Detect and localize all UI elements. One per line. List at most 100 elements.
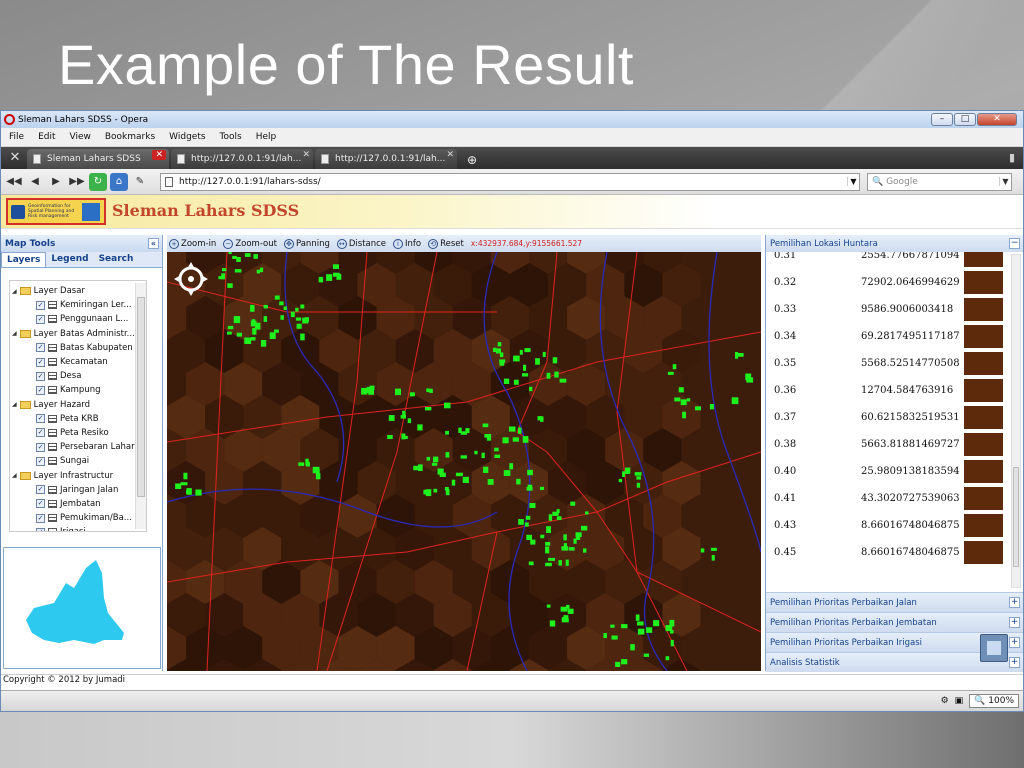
reset-button[interactable]: ⟲ Reset	[428, 238, 464, 249]
distance-button[interactable]: ↔ Distance	[336, 238, 386, 249]
layer-item[interactable]: ✓ Peta KRB	[10, 412, 146, 426]
back-button[interactable]: ◀	[26, 173, 44, 191]
forward-button[interactable]: ▶	[47, 173, 65, 191]
speed-dial-icon[interactable]: ⚙	[941, 696, 949, 706]
new-tab-button[interactable]: ⊕	[461, 151, 483, 169]
menu-bookmarks[interactable]: Bookmarks	[105, 132, 155, 142]
menu-file[interactable]: File	[9, 132, 24, 142]
layer-group[interactable]: ◢ Layer Batas Administr...	[10, 327, 146, 341]
tab-search[interactable]: Search	[94, 252, 139, 267]
menu-view[interactable]: View	[70, 132, 91, 142]
tab-sleman[interactable]: Sleman Lahars SDSS ✕	[27, 149, 169, 169]
layer-group[interactable]: ◢ Layer Infrastructur	[10, 468, 146, 482]
tab-local-2[interactable]: http://127.0.0.1:91/lah... ✕	[315, 149, 457, 169]
layer-item[interactable]: ✓ Sungai	[10, 454, 146, 468]
expand-icon[interactable]: +	[1009, 637, 1020, 648]
expand-arrow-icon[interactable]: ◢	[12, 288, 17, 295]
tab-close-icon[interactable]: ✕	[302, 150, 310, 160]
huntara-scrollbar[interactable]	[1011, 254, 1021, 588]
info-label: Info	[405, 238, 422, 249]
search-input[interactable]: 🔍 Google ▼	[867, 172, 1012, 191]
settlement-building	[558, 560, 562, 566]
layer-checkbox[interactable]: ✓	[36, 414, 45, 424]
menu-help[interactable]: Help	[256, 132, 277, 142]
layer-item[interactable]: ✓ Penggunaan L...	[10, 312, 146, 326]
layer-checkbox[interactable]: ✓	[36, 513, 45, 523]
tab-legend[interactable]: Legend	[46, 252, 93, 267]
layer-checkbox[interactable]: ✓	[36, 357, 45, 367]
layer-checkbox[interactable]: ✓	[36, 343, 45, 353]
map-view[interactable]	[167, 252, 761, 671]
overview-map[interactable]	[3, 547, 161, 669]
close-window-button[interactable]: ✕	[977, 113, 1017, 126]
camera-icon[interactable]: ▣	[955, 696, 964, 706]
layer-item[interactable]: ✓ Kecamatan	[10, 355, 146, 369]
minimize-button[interactable]: –	[931, 113, 953, 126]
expand-icon[interactable]: +	[1009, 617, 1020, 628]
layer-checkbox[interactable]: ✓	[36, 527, 45, 531]
panel-toggle-icon[interactable]: ✕	[3, 147, 27, 169]
layer-checkbox[interactable]: ✓	[36, 442, 45, 452]
menu-tools[interactable]: Tools	[220, 132, 242, 142]
download-button[interactable]	[980, 634, 1008, 662]
maximize-button[interactable]: □	[954, 113, 976, 126]
layer-label: Irigasi	[60, 527, 86, 531]
layer-item[interactable]: ✓ Pemukiman/Ba...	[10, 511, 146, 525]
layer-checkbox[interactable]: ✓	[36, 499, 45, 509]
expand-arrow-icon[interactable]: ◢	[12, 330, 17, 337]
layer-tree-scrollbar[interactable]	[135, 283, 146, 529]
huntara-header[interactable]: Pemilihan Lokasi Huntara −	[766, 235, 1023, 252]
layer-checkbox[interactable]: ✓	[36, 385, 45, 395]
expand-arrow-icon[interactable]: ◢	[12, 472, 17, 479]
layer-checkbox[interactable]: ✓	[36, 485, 45, 495]
layer-item[interactable]: ✓ Irigasi	[10, 525, 146, 531]
menu-widgets[interactable]: Widgets	[169, 132, 205, 142]
home-button[interactable]: ⌂	[110, 172, 128, 191]
layer-item[interactable]: ✓ Jaringan Jalan	[10, 483, 146, 497]
info-button[interactable]: i Info	[393, 238, 422, 249]
panning-button[interactable]: ✥ Panning	[283, 238, 330, 249]
reload-button[interactable]: ↻	[89, 172, 107, 191]
edit-icon[interactable]: ✎	[131, 173, 149, 191]
url-field[interactable]: http://127.0.0.1:91/lahars-sdss/ ▼	[160, 172, 860, 191]
layer-checkbox[interactable]: ✓	[36, 371, 45, 381]
settlement-building	[222, 268, 227, 272]
chevron-down-icon[interactable]: ▼	[847, 177, 859, 186]
chevron-down-icon[interactable]: ▼	[999, 177, 1011, 186]
collapse-icon[interactable]: «	[148, 238, 159, 249]
layer-item[interactable]: ✓ Kampung	[10, 383, 146, 397]
expand-icon[interactable]: +	[1009, 657, 1020, 668]
map-canvas[interactable]	[167, 252, 761, 671]
layer-group[interactable]: ◢ Layer Dasar	[10, 284, 146, 298]
layer-icon	[48, 528, 57, 531]
layer-item[interactable]: ✓ Persebaran Lahar	[10, 440, 146, 454]
collapse-icon[interactable]: −	[1009, 238, 1020, 249]
menu-edit[interactable]: Edit	[38, 132, 55, 142]
settlement-building	[522, 373, 529, 377]
accordion-jalan[interactable]: Pemilihan Prioritas Perbaikan Jalan +	[766, 592, 1023, 612]
fast-forward-button[interactable]: ▶▶	[68, 173, 86, 191]
layer-checkbox[interactable]: ✓	[36, 428, 45, 438]
layer-item[interactable]: ✓ Peta Resiko	[10, 426, 146, 440]
expand-arrow-icon[interactable]: ◢	[12, 401, 17, 408]
layer-item[interactable]: ✓ Kemiringan Ler...	[10, 298, 146, 312]
pan-center-icon[interactable]	[188, 276, 194, 282]
layer-checkbox[interactable]: ✓	[36, 456, 45, 466]
tab-close-icon[interactable]: ✕	[446, 150, 454, 160]
layer-group[interactable]: ◢ Layer Hazard	[10, 398, 146, 412]
accordion-jembatan[interactable]: Pemilihan Prioritas Perbaikan Jembatan +	[766, 612, 1023, 632]
rewind-button[interactable]: ◀◀	[5, 173, 23, 191]
trash-icon[interactable]: ▮	[1009, 151, 1015, 164]
tab-local-1[interactable]: http://127.0.0.1:91/lah... ✕	[171, 149, 313, 169]
layer-checkbox[interactable]: ✓	[36, 300, 45, 310]
layer-item[interactable]: ✓ Jembatan	[10, 497, 146, 511]
tab-close-icon[interactable]: ✕	[152, 150, 166, 160]
layer-item[interactable]: ✓ Batas Kabupaten	[10, 341, 146, 355]
zoom-out-button[interactable]: − Zoom-out	[223, 238, 277, 249]
layer-item[interactable]: ✓ Desa	[10, 369, 146, 383]
layer-checkbox[interactable]: ✓	[36, 314, 45, 324]
zoom-level[interactable]: 🔍 100%	[969, 694, 1019, 708]
tab-layers[interactable]: Layers	[1, 252, 47, 267]
zoom-in-button[interactable]: + Zoom-in	[169, 238, 216, 249]
expand-icon[interactable]: +	[1009, 597, 1020, 608]
